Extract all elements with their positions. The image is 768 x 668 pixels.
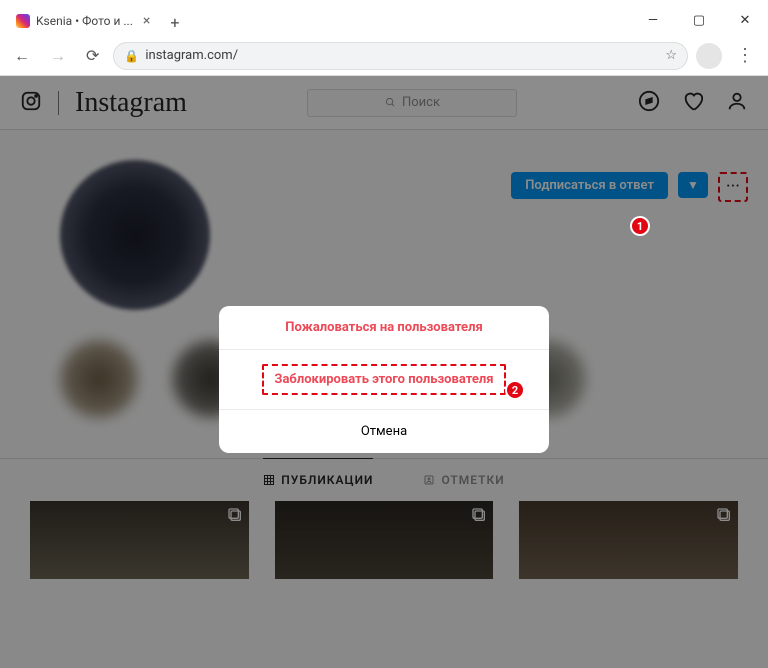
- url-text: instagram.com/: [145, 48, 238, 63]
- tab-title: Ksenia • Фото и ...: [36, 14, 133, 28]
- window-controls: — ▢ ✕: [630, 4, 768, 36]
- block-user-option[interactable]: Заблокировать этого пользователя 2: [219, 350, 549, 410]
- options-modal: Пожаловаться на пользователя Заблокирова…: [219, 306, 549, 453]
- browser-titlebar: Ksenia • Фото и ... × + — ▢ ✕: [0, 0, 768, 36]
- tab-favicon: [16, 14, 30, 28]
- tab-close-icon[interactable]: ×: [143, 13, 150, 29]
- browser-tab[interactable]: Ksenia • Фото и ... ×: [6, 6, 160, 36]
- bookmark-star-icon[interactable]: ☆: [665, 48, 677, 63]
- new-tab-button[interactable]: +: [160, 9, 189, 36]
- nav-reload-button[interactable]: ⟳: [80, 42, 105, 69]
- window-maximize-button[interactable]: ▢: [676, 4, 722, 36]
- browser-menu-button[interactable]: ⋮: [730, 45, 760, 66]
- browser-toolbar: ← → ⟳ 🔒 instagram.com/ ☆ ⋮: [0, 36, 768, 76]
- window-close-button[interactable]: ✕: [722, 4, 768, 36]
- annotation-badge-1: 1: [630, 216, 650, 236]
- profile-avatar-button[interactable]: [696, 43, 722, 69]
- block-highlight: Заблокировать этого пользователя: [262, 364, 505, 395]
- address-bar[interactable]: 🔒 instagram.com/ ☆: [113, 42, 688, 70]
- lock-icon: 🔒: [124, 49, 139, 63]
- nav-back-button[interactable]: ←: [8, 42, 36, 70]
- cancel-option[interactable]: Отмена: [219, 410, 549, 453]
- annotation-badge-2: 2: [505, 380, 525, 400]
- report-user-option[interactable]: Пожаловаться на пользователя: [219, 306, 549, 350]
- window-minimize-button[interactable]: —: [630, 4, 676, 36]
- nav-forward-button[interactable]: →: [44, 42, 72, 70]
